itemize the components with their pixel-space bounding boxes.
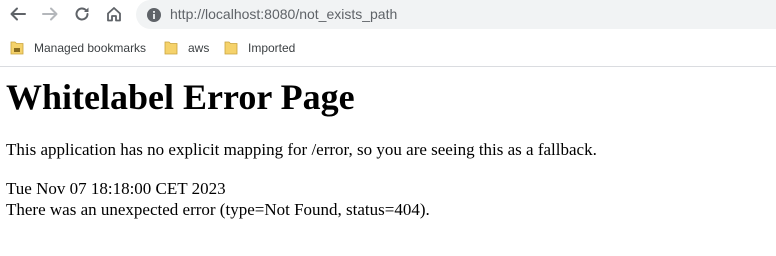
address-bar[interactable]: http://localhost:8080/not_exists_path bbox=[136, 0, 776, 29]
page-title: Whitelabel Error Page bbox=[6, 77, 355, 117]
info-icon[interactable] bbox=[145, 6, 162, 23]
bookmark-label: Imported bbox=[248, 41, 296, 55]
back-arrow-icon[interactable] bbox=[6, 2, 30, 26]
bookmark-label: aws bbox=[188, 41, 210, 55]
folder-icon bbox=[164, 41, 178, 55]
reload-icon[interactable] bbox=[70, 2, 94, 26]
folder-icon bbox=[224, 41, 238, 55]
url-path: :8080/not_exists_path bbox=[260, 6, 398, 22]
forward-arrow-icon[interactable] bbox=[38, 2, 62, 26]
url-text[interactable]: http://localhost:8080/not_exists_path bbox=[170, 6, 397, 22]
bookmark-imported[interactable]: Imported bbox=[224, 39, 295, 57]
managed-folder-icon bbox=[10, 41, 24, 55]
bookmark-aws[interactable]: aws bbox=[164, 39, 209, 57]
error-timestamp: Tue Nov 07 18:18:00 CET 2023 bbox=[6, 179, 226, 198]
url-host: http://localhost bbox=[170, 6, 261, 22]
bookmark-managed[interactable]: Managed bookmarks bbox=[10, 39, 146, 57]
bookmarks-bar: Managed bookmarks aws Imported bbox=[0, 35, 776, 61]
error-description: This application has no explicit mapping… bbox=[6, 140, 597, 159]
browser-toolbar: http://localhost:8080/not_exists_path bbox=[0, 0, 776, 30]
error-message: There was an unexpected error (type=Not … bbox=[6, 200, 430, 219]
home-icon[interactable] bbox=[102, 2, 126, 26]
toolbar-divider bbox=[0, 66, 776, 67]
bookmark-label: Managed bookmarks bbox=[34, 41, 147, 55]
